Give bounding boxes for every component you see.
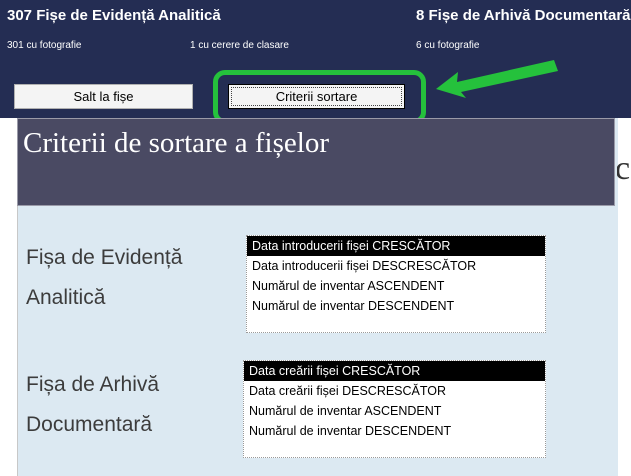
sort-option[interactable]: Data introducerii fișei CRESCĂTOR xyxy=(247,236,545,256)
archive-section-label: Fișa de Arhivă Documentară xyxy=(26,373,160,436)
analytic-classification-count: 1 cu cerere de clasare xyxy=(190,40,289,51)
analytic-sort-listbox[interactable]: Data introducerii fișei CRESCĂTOR Data in… xyxy=(246,235,546,333)
sort-option[interactable]: Data creării fișei CRESCĂTOR xyxy=(244,361,545,381)
sort-option[interactable]: Numărul de inventar DESCENDENT xyxy=(244,421,545,441)
sort-option[interactable]: Numărul de inventar DESCENDENT xyxy=(247,296,545,316)
sort-option[interactable]: Numărul de inventar ASCENDENT xyxy=(247,276,545,296)
archive-photo-count: 6 cu fotografie xyxy=(416,40,480,51)
annotation-arrow-icon xyxy=(436,60,558,98)
analytic-photo-count: 301 cu fotografie xyxy=(7,40,82,51)
analytic-section-label: Fișa de Evidență Analitică xyxy=(26,246,183,309)
sort-option[interactable]: Data creării fișei DESCRESCĂTOR xyxy=(244,381,545,401)
sort-option[interactable]: Data introducerii fișei DESCRESCĂTOR xyxy=(247,256,545,276)
archive-count-title: 8 Fișe de Arhivă Documentară xyxy=(416,7,631,24)
panel-title: Criterii de sortare a fișelor xyxy=(23,127,329,159)
sort-option[interactable]: Numărul de inventar ASCENDENT xyxy=(244,401,545,421)
cutoff-glyph: c xyxy=(617,150,631,187)
archive-sort-listbox[interactable]: Data creării fișei CRESCĂTOR Data creării… xyxy=(243,360,546,458)
panel-header: Criterii de sortare a fișelor xyxy=(17,118,615,206)
jump-to-records-button[interactable]: Salt la fișe xyxy=(14,84,193,109)
analytic-count-title: 307 Fișe de Evidență Analitică xyxy=(7,7,221,24)
annotation-highlight-box xyxy=(213,70,426,124)
